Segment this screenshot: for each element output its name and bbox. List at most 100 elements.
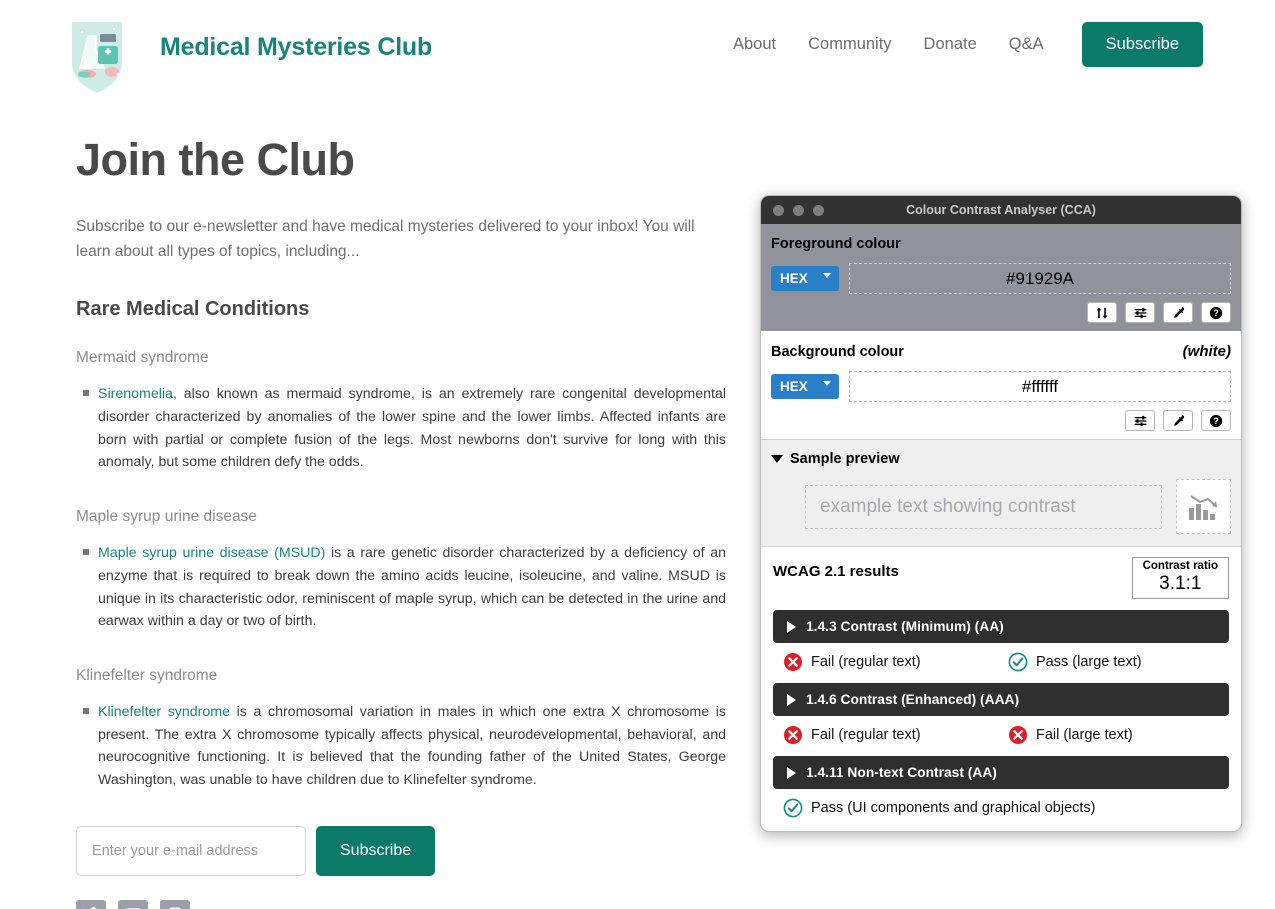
site-logo[interactable] — [62, 12, 132, 100]
svg-text:?: ? — [1213, 308, 1218, 318]
result-label: Pass (large text) — [1036, 654, 1142, 671]
instagram-icon[interactable] — [160, 899, 190, 909]
criterion-results-143: Fail (regular text) Pass (large text) — [773, 652, 1229, 672]
twitter-icon[interactable] — [76, 899, 106, 909]
close-icon[interactable] — [773, 204, 784, 216]
background-colour-value[interactable]: #ffffff — [849, 371, 1231, 402]
criterion-results-1411: Pass (UI components and graphical object… — [773, 798, 1229, 818]
criterion-bar-143[interactable]: 1.4.3 Contrast (Minimum) (AA) — [773, 610, 1229, 644]
colour-contrast-analyser-window[interactable]: Colour Contrast Analyser (CCA) Foregroun… — [760, 195, 1242, 832]
background-format-select[interactable]: HEX — [771, 374, 839, 399]
email-field[interactable] — [76, 825, 306, 876]
sliders-icon[interactable] — [1125, 302, 1155, 323]
chevron-right-icon — [787, 620, 796, 633]
contrast-ratio-value: 3.1:1 — [1159, 573, 1202, 595]
result-146-regular: Fail (regular text) — [783, 725, 1008, 745]
wcag-results-section: WCAG 2.1 results Contrast ratio 3.1:1 1.… — [761, 547, 1241, 831]
background-colour-note: (white) — [1182, 343, 1231, 360]
window-title: Colour Contrast Analyser (CCA) — [906, 203, 1096, 217]
result-label: Pass (UI components and graphical object… — [811, 800, 1096, 817]
header-subscribe-button[interactable]: Subscribe — [1081, 22, 1203, 67]
sliders-icon[interactable] — [1125, 410, 1155, 431]
chevron-down-icon — [771, 455, 783, 463]
nav-link-donate[interactable]: Donate — [908, 35, 993, 54]
foreground-icon-row: ? — [771, 302, 1231, 323]
foreground-colour-value[interactable]: #91929A — [849, 263, 1231, 294]
condition-link-1[interactable]: Maple syrup urine disease (MSUD) — [98, 545, 325, 561]
condition-list-0: Sirenomelia, also known as mermaid syndr… — [76, 383, 726, 474]
pass-icon — [1008, 652, 1028, 672]
result-143-large: Pass (large text) — [1008, 652, 1142, 672]
list-item: Maple syrup urine disease (MSUD) is a ra… — [83, 542, 726, 633]
svg-text:?: ? — [1213, 416, 1218, 426]
social-links — [76, 899, 726, 909]
nav-link-community[interactable]: Community — [792, 35, 907, 54]
wcag-results-title: WCAG 2.1 results — [773, 563, 899, 580]
criterion-bar-1411[interactable]: 1.4.11 Non-text Contrast (AA) — [773, 756, 1229, 790]
result-143-regular: Fail (regular text) — [783, 652, 1008, 672]
result-146-large: Fail (large text) — [1008, 725, 1133, 745]
contrast-ratio-box: Contrast ratio 3.1:1 — [1131, 557, 1229, 600]
swap-colours-icon[interactable] — [1087, 302, 1117, 323]
list-item: Sirenomelia, also known as mermaid syndr… — [83, 383, 726, 474]
twitch-icon[interactable] — [118, 899, 148, 909]
declining-bar-chart-icon — [1176, 479, 1231, 534]
result-label: Fail (large text) — [1036, 727, 1133, 744]
condition-heading-0: Mermaid syndrome — [76, 349, 209, 367]
foreground-label: Foreground colour — [771, 236, 901, 252]
fail-icon — [784, 726, 802, 745]
sample-preview-toggle[interactable]: Sample preview — [771, 451, 1231, 467]
subscribe-form: Subscribe — [76, 825, 726, 876]
background-section: Background colour (white) HEX #ffffff ? — [761, 331, 1241, 439]
fail-icon — [784, 653, 802, 672]
site-header: Medical Mysteries Club About Community D… — [0, 0, 1275, 104]
chevron-right-icon — [787, 766, 796, 779]
nav-link-qa[interactable]: Q&A — [993, 35, 1060, 54]
eyedropper-icon[interactable] — [1163, 410, 1193, 431]
contrast-ratio-label: Contrast ratio — [1142, 560, 1218, 572]
fail-icon — [1009, 726, 1027, 745]
foreground-section: Foreground colour HEX #91929A ? — [761, 224, 1241, 331]
sample-preview-title: Sample preview — [790, 451, 900, 467]
criterion-title-146: 1.4.6 Contrast (Enhanced) (AAA) — [806, 692, 1020, 708]
maximize-icon[interactable] — [813, 204, 824, 216]
condition-link-2[interactable]: Klinefelter syndrome — [98, 704, 230, 720]
shield-lab-logo-icon — [67, 17, 127, 99]
sample-text[interactable]: example text showing contrast — [805, 484, 1162, 529]
minimize-icon[interactable] — [793, 204, 804, 216]
section-title: Rare Medical Conditions — [76, 298, 310, 321]
intro-paragraph: Subscribe to our e-newsletter and have m… — [76, 218, 695, 261]
subscribe-submit-button[interactable]: Subscribe — [316, 825, 436, 876]
pass-icon — [783, 798, 803, 818]
condition-heading-1: Maple syrup urine disease — [76, 508, 257, 526]
main-content: Join the Club Subscribe to our e-newslet… — [76, 134, 726, 909]
result-label: Fail (regular text) — [811, 727, 921, 744]
background-label: Background colour — [771, 344, 904, 360]
result-label: Fail (regular text) — [811, 654, 921, 671]
result-1411-nontext: Pass (UI components and graphical object… — [783, 798, 1096, 818]
help-icon[interactable]: ? — [1201, 302, 1231, 323]
chevron-right-icon — [787, 693, 796, 706]
help-icon[interactable]: ? — [1201, 410, 1231, 431]
foreground-format-select[interactable]: HEX — [771, 266, 839, 291]
list-item: Klinefelter syndrome is a chromosomal va… — [83, 701, 726, 792]
background-format-wrap: HEX — [771, 374, 839, 399]
criterion-title-1411: 1.4.11 Non-text Contrast (AA) — [806, 765, 997, 781]
page-root: Medical Mysteries Club About Community D… — [0, 0, 1275, 909]
criterion-bar-146[interactable]: 1.4.6 Contrast (Enhanced) (AAA) — [773, 683, 1229, 717]
brand-title[interactable]: Medical Mysteries Club — [160, 33, 432, 62]
criterion-results-146: Fail (regular text) Fail (large text) — [773, 725, 1229, 745]
condition-body-0: , also known as mermaid syndrome, is an … — [98, 386, 726, 471]
sample-preview-section: Sample preview example text showing cont… — [761, 439, 1241, 547]
condition-list-1: Maple syrup urine disease (MSUD) is a ra… — [76, 542, 726, 633]
background-icon-row: ? — [771, 410, 1231, 431]
criterion-title-143: 1.4.3 Contrast (Minimum) (AA) — [806, 619, 1004, 635]
condition-list-2: Klinefelter syndrome is a chromosomal va… — [76, 701, 726, 792]
condition-heading-2: Klinefelter syndrome — [76, 666, 218, 684]
nav-link-about[interactable]: About — [733, 35, 792, 54]
condition-link-0[interactable]: Sirenomelia — [98, 386, 173, 402]
foreground-format-wrap: HEX — [771, 266, 839, 291]
cca-titlebar[interactable]: Colour Contrast Analyser (CCA) — [761, 196, 1241, 224]
page-title: Join the Club — [76, 134, 355, 185]
eyedropper-icon[interactable] — [1163, 302, 1193, 323]
